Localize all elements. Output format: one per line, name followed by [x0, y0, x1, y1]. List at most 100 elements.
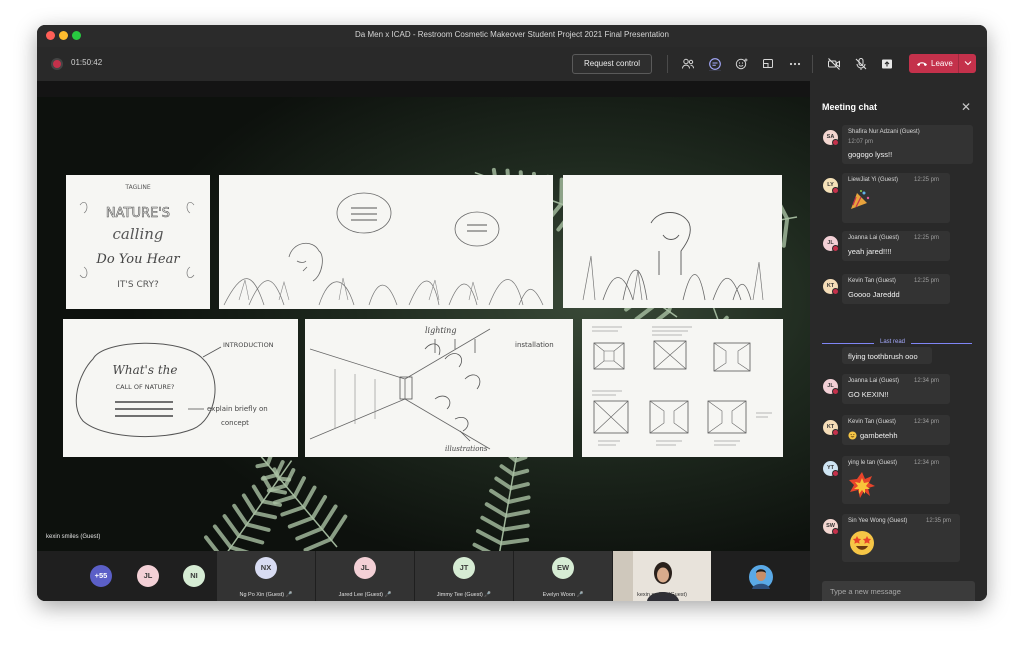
sketch-tapir — [563, 175, 782, 308]
sketch-corridor: lighting installation illustrations — [305, 319, 573, 457]
tagline-title: TAGLINE — [124, 184, 150, 191]
rooms-icon[interactable] — [761, 57, 775, 71]
corridor-label-3: illustrations — [445, 445, 488, 453]
leave-label: Leave — [931, 59, 953, 68]
chevron-down-icon[interactable] — [962, 56, 974, 70]
self-avatar[interactable] — [749, 565, 773, 589]
participant-tile[interactable]: JT Jimmy Tee (Guest) 🎤 — [415, 551, 513, 601]
shared-screen: TAGLINE NATURE'S calling Do You Hear IT'… — [37, 81, 810, 551]
message-time: 12:34 pm — [914, 460, 940, 466]
message-time: 12:25 pm — [914, 278, 940, 284]
participant-avatar: NX — [255, 557, 277, 579]
message-sender: Sin Yee Wong (Guest) — [848, 518, 908, 524]
chat-message: SW Sin Yee Wong (Guest) 12:35 pm — [820, 514, 987, 564]
last-read-divider: Last read — [822, 339, 972, 347]
chat-message: SA Shafira Nur Adzani (Guest) 12:07 pm g… — [820, 125, 987, 165]
participant-avatar: EW — [552, 557, 574, 579]
participant-tile[interactable]: NX Ng Po Xin (Guest) 🎤 — [217, 551, 315, 601]
participant-strip: +55 JL NI NX Ng Po Xin (Guest) 🎤 JL Jare… — [37, 551, 810, 601]
overflow-participants-button[interactable]: +55 — [90, 565, 112, 587]
message-bubble[interactable]: Kevin Tan (Guest) 12:34 pm gambetehh — [842, 415, 950, 445]
message-bubble[interactable]: ying le tan (Guest) 12:34 pm — [842, 456, 950, 504]
chat-message: YT ying le tan (Guest) 12:34 pm — [820, 456, 987, 504]
sketch-tiger-panorama — [219, 175, 553, 309]
chat-message: JL Joanna Lai (Guest) 12:25 pm yeah jare… — [820, 231, 987, 263]
participant-name: Jared Lee (Guest) 🎤 — [338, 592, 392, 598]
tagline-line-1: NATURE'S — [106, 206, 170, 221]
message-bubble[interactable]: flying toothbrush ooo — [842, 347, 932, 364]
toolbar-divider — [667, 55, 668, 73]
meeting-toolbar: 01:50:42 Request control Leave — [37, 47, 987, 81]
camera-off-icon[interactable] — [827, 57, 841, 71]
message-bubble[interactable]: Joanna Lai (Guest) 12:34 pm GO KEXIN!! — [842, 374, 950, 404]
phone-hangup-icon — [917, 62, 927, 66]
collision-icon — [849, 472, 875, 498]
status-dot — [832, 388, 839, 395]
message-sender: LiewJiat Yi (Guest) — [848, 177, 899, 183]
participant-avatar: JL — [354, 557, 376, 579]
message-bubble[interactable]: LiewJiat Yi (Guest) 12:25 pm — [842, 173, 950, 223]
participant-video-tile[interactable]: kexin smiles (Guest) — [613, 551, 711, 601]
request-control-button[interactable]: Request control — [572, 54, 652, 74]
chat-message: JL Joanna Lai (Guest) 12:34 pm GO KEXIN!… — [820, 374, 987, 406]
participant-name: Jimmy Tee (Guest) 🎤 — [436, 592, 492, 598]
message-time: 12:34 pm — [914, 419, 940, 425]
party-popper-icon — [851, 190, 870, 209]
sketch-storyboard — [582, 319, 783, 457]
chat-title: Meeting chat — [822, 102, 878, 112]
avatar: JL — [823, 379, 839, 395]
compose-box[interactable] — [822, 581, 975, 601]
message-sender: Shafira Nur Adzani (Guest) — [848, 129, 920, 135]
mic-off-icon[interactable] — [854, 57, 868, 71]
status-dot — [832, 245, 839, 252]
status-dot — [832, 429, 839, 436]
reactions-icon[interactable] — [735, 57, 749, 71]
message-bubble[interactable]: Shafira Nur Adzani (Guest) 12:07 pm gogo… — [842, 125, 973, 164]
message-text: GO KEXIN!! — [848, 390, 889, 399]
status-dot — [832, 187, 839, 194]
participant-tile[interactable]: EW Evelyn Woon 🎤 — [514, 551, 612, 601]
leave-button[interactable]: Leave — [909, 54, 976, 73]
concept-sub: CALL OF NATURE? — [116, 383, 175, 391]
people-icon[interactable] — [681, 57, 695, 71]
participant-avatar: JT — [453, 557, 475, 579]
status-dot — [832, 528, 839, 535]
title-bar: Da Men x ICAD - Restroom Cosmetic Makeov… — [37, 25, 987, 47]
tagline-line-2: calling — [113, 225, 164, 243]
message-bubble[interactable]: Sin Yee Wong (Guest) 12:35 pm — [842, 514, 960, 562]
message-bubble[interactable]: Joanna Lai (Guest) 12:25 pm yeah jared!!… — [842, 231, 950, 261]
status-dot — [832, 288, 839, 295]
message-text: yeah jared!!!! — [848, 247, 892, 256]
concept-label-3: concept — [221, 419, 249, 427]
close-icon[interactable]: ✕ — [961, 100, 971, 114]
window-title: Da Men x ICAD - Restroom Cosmetic Makeov… — [355, 30, 669, 39]
chat-icon[interactable] — [708, 57, 722, 71]
avatar: KT — [823, 279, 839, 295]
status-dot — [832, 139, 839, 146]
corridor-label-2: installation — [515, 341, 554, 349]
avatar: SA — [823, 130, 839, 146]
message-sender: Joanna Lai (Guest) — [848, 378, 900, 384]
avatar: YT — [823, 461, 839, 477]
sketch-tagline: TAGLINE NATURE'S calling Do You Hear IT'… — [66, 175, 210, 309]
message-bubble[interactable]: Kevin Tan (Guest) 12:25 pm Goooo Jareddd — [842, 274, 950, 304]
message-time: 12:07 pm — [848, 139, 874, 145]
last-read-label: Last read — [880, 339, 906, 345]
chat-message: flying toothbrush ooo — [820, 347, 987, 365]
participant-avatar[interactable]: JL — [137, 565, 159, 587]
message-text: gambetehh — [860, 431, 898, 440]
avatar: KT — [823, 420, 839, 436]
participant-avatar[interactable]: NI — [183, 565, 205, 587]
share-icon[interactable] — [880, 57, 894, 71]
concept-heading: What's the — [113, 363, 178, 377]
teams-window: Da Men x ICAD - Restroom Cosmetic Makeov… — [37, 25, 987, 601]
message-input[interactable] — [822, 581, 970, 601]
more-icon[interactable] — [788, 57, 802, 71]
message-text: Goooo Jareddd — [848, 290, 900, 299]
message-time: 12:34 pm — [914, 378, 940, 384]
message-text: gogogo lyss!! — [848, 150, 893, 159]
message-sender: Kevin Tan (Guest) — [848, 419, 896, 425]
recording-icon — [53, 60, 61, 68]
participant-tile[interactable]: JL Jared Lee (Guest) 🎤 — [316, 551, 414, 601]
message-sender: Joanna Lai (Guest) — [848, 235, 900, 241]
